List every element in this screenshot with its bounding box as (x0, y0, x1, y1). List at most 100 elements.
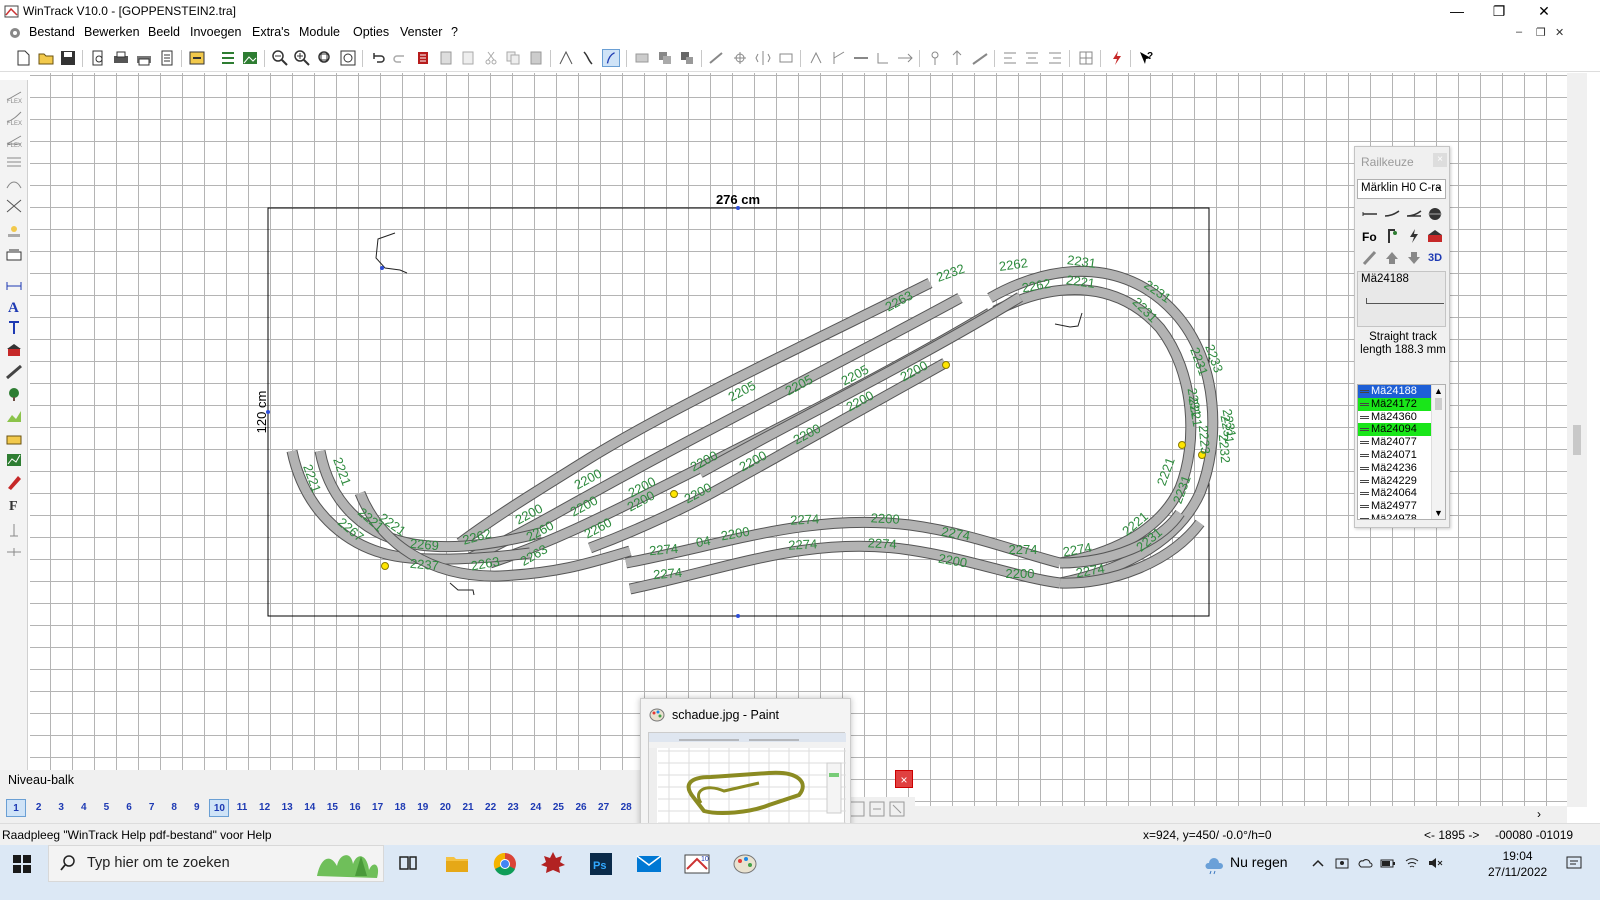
track-list-scrollbar[interactable]: ▲ ▼ (1431, 385, 1445, 519)
undo-icon[interactable] (369, 49, 387, 67)
slope-icon[interactable] (971, 49, 989, 67)
niveau-option-icon[interactable] (869, 801, 885, 817)
new-file-icon[interactable] (14, 49, 32, 67)
niveau-level-14[interactable]: 14 (300, 799, 320, 817)
volume-muted-icon[interactable] (1427, 855, 1443, 871)
niveau-level-25[interactable]: 25 (548, 799, 568, 817)
bridge-icon[interactable] (5, 176, 23, 192)
meet-now-icon[interactable] (1334, 855, 1350, 871)
niveau-level-27[interactable]: 27 (594, 799, 614, 817)
import-icon[interactable] (188, 49, 206, 67)
menu-help[interactable]: ? (451, 25, 458, 39)
lightning-icon[interactable] (1405, 227, 1423, 245)
notifications-icon[interactable] (1565, 854, 1583, 872)
niveau-level-11[interactable]: 11 (232, 799, 252, 817)
electric-icon[interactable] (1108, 49, 1126, 67)
mdi-minimize-button[interactable]: – (1516, 26, 1522, 38)
track-list-item[interactable]: Mä24978 (1358, 513, 1433, 519)
ungroup-icon[interactable] (678, 49, 696, 67)
context-help-icon[interactable]: ? (1137, 49, 1155, 67)
flex-switch-icon[interactable]: FLEX (5, 132, 23, 148)
flex-curve-icon[interactable]: FLEX (5, 110, 23, 126)
track-select-icon[interactable] (557, 49, 575, 67)
signal-post-icon[interactable] (1383, 227, 1401, 245)
building-icon[interactable] (5, 342, 23, 358)
track-list-item[interactable]: Mä24360 (1358, 411, 1433, 424)
wire-symbol[interactable] (449, 582, 475, 596)
mail-icon[interactable] (629, 847, 669, 881)
niveau-level-13[interactable]: 13 (277, 799, 297, 817)
track-list-item[interactable]: Mä24188 (1358, 385, 1433, 398)
copy-page-icon[interactable] (437, 49, 455, 67)
niveau-level-28[interactable]: 28 (616, 799, 636, 817)
file-explorer-icon[interactable] (437, 847, 477, 881)
mdi-restore-button[interactable]: ❐ (1536, 26, 1546, 39)
track-list-item[interactable]: Mä24064 (1358, 487, 1433, 500)
zoom-all-icon[interactable] (339, 49, 357, 67)
switch-icon[interactable] (830, 49, 848, 67)
track-plan[interactable]: 276 cm 120 cm 2262 223122322262 2221 223122… (30, 73, 1567, 806)
layer-icon[interactable] (633, 49, 651, 67)
railkeuze-close-button[interactable]: × (1433, 153, 1447, 167)
battery-icon[interactable] (1380, 855, 1396, 871)
open-folder-icon[interactable] (37, 49, 55, 67)
niveau-level-5[interactable]: 5 (96, 799, 116, 817)
niveau-option-icon[interactable] (889, 801, 905, 817)
parts-list-icon[interactable] (219, 49, 237, 67)
menu-module[interactable]: Module (299, 25, 340, 39)
paste-page-icon[interactable] (459, 49, 477, 67)
niveau-level-22[interactable]: 22 (481, 799, 501, 817)
open-end-marker[interactable] (381, 562, 389, 570)
niveau-level-2[interactable]: 2 (29, 799, 49, 817)
niveau-level-12[interactable]: 12 (255, 799, 275, 817)
weather-text[interactable]: Nu regen (1230, 854, 1288, 870)
height-marker-icon[interactable] (5, 522, 23, 538)
curve-tool-icon[interactable] (602, 49, 620, 67)
terrain-icon[interactable] (5, 430, 23, 446)
level-marker-icon[interactable] (5, 544, 23, 560)
align-right-icon[interactable] (1046, 49, 1064, 67)
document-icon[interactable] (8, 26, 22, 40)
taskbar-search-box[interactable]: Typ hier om te zoeken (48, 845, 384, 882)
height-icon[interactable] (948, 49, 966, 67)
track-system-select[interactable]: Märklin H0 C-ra ⌄ (1357, 179, 1446, 199)
track-list-item[interactable]: Mä24172 (1358, 397, 1433, 411)
niveau-level-1[interactable]: 1 (6, 799, 26, 817)
print-preview-icon[interactable] (89, 49, 107, 67)
minimize-button[interactable]: — (1434, 0, 1480, 23)
redo-icon[interactable] (391, 49, 409, 67)
background-image-icon[interactable] (241, 49, 259, 67)
show-hidden-icons-icon[interactable] (1310, 855, 1326, 871)
menu-bewerken[interactable]: Bewerken (84, 25, 140, 39)
platform-icon[interactable] (5, 246, 23, 262)
niveau-level-16[interactable]: 16 (345, 799, 365, 817)
open-end-marker[interactable] (1178, 441, 1186, 449)
measure-icon[interactable] (708, 49, 726, 67)
layout-canvas[interactable]: 276 cm 120 cm 2262 2231 2232 2262 2221 2231 22… (30, 73, 1567, 806)
niveau-level-20[interactable]: 20 (435, 799, 455, 817)
font-icon[interactable]: F (5, 496, 23, 512)
print-setup-icon[interactable] (135, 49, 153, 67)
onedrive-icon[interactable] (1357, 855, 1373, 871)
menu-invoegen[interactable]: Invoegen (190, 25, 241, 39)
road-icon[interactable] (5, 364, 23, 380)
windows-start-icon[interactable] (12, 854, 32, 874)
niveau-level-8[interactable]: 8 (164, 799, 184, 817)
baseboard-handle[interactable] (736, 614, 740, 618)
niveau-level-4[interactable]: 4 (74, 799, 94, 817)
niveau-level-21[interactable]: 21 (458, 799, 478, 817)
task-view-icon[interactable] (388, 847, 428, 881)
crossing-icon[interactable] (5, 198, 23, 214)
align-center-icon[interactable] (1023, 49, 1041, 67)
mirror-icon[interactable] (754, 49, 772, 67)
menu-venster[interactable]: Venster (400, 25, 442, 39)
parallel-track-icon[interactable] (5, 154, 23, 170)
split-icon[interactable] (896, 49, 914, 67)
niveau-level-9[interactable]: 9 (187, 799, 207, 817)
straight-track-icon[interactable] (1361, 205, 1379, 223)
open-end-marker[interactable] (670, 490, 678, 498)
cut-icon[interactable] (482, 49, 500, 67)
niveau-level-17[interactable]: 17 (368, 799, 388, 817)
track-list-item[interactable]: Mä24236 (1358, 462, 1433, 475)
niveau-level-7[interactable]: 7 (142, 799, 162, 817)
